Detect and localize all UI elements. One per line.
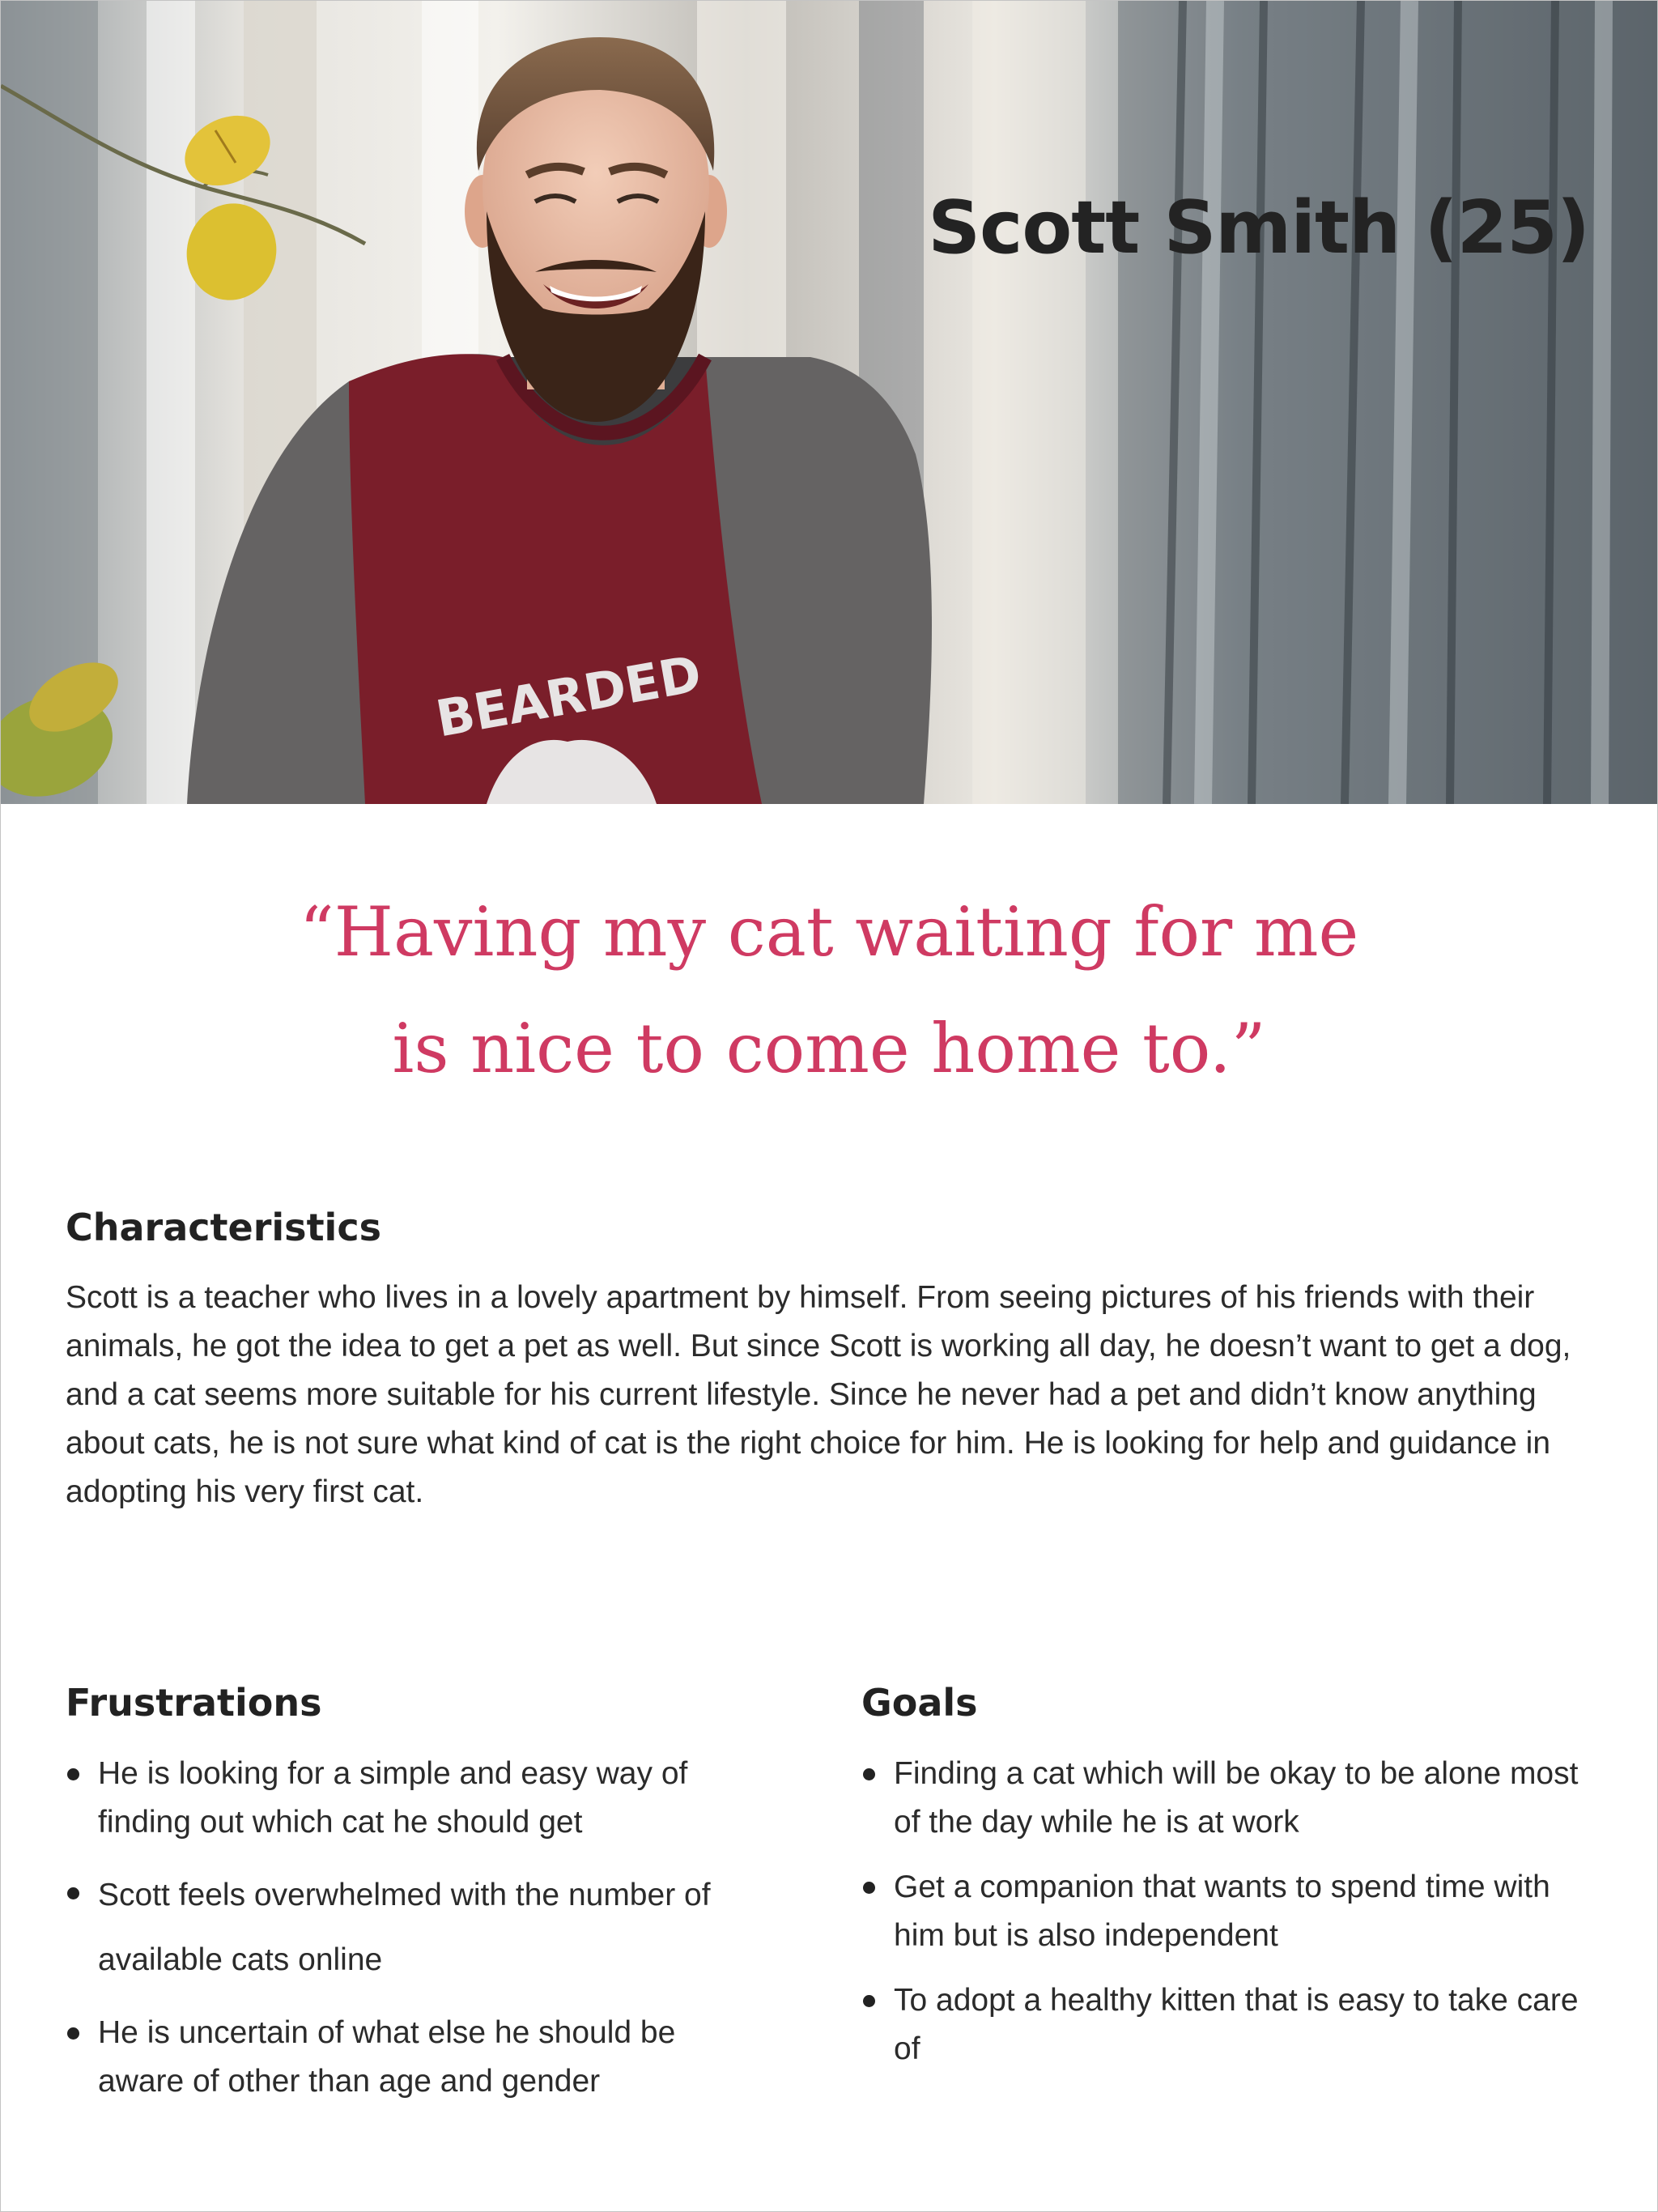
goals-list: Finding a cat which will be okay to be a… <box>861 1750 1606 2090</box>
frustrations-list: He is looking for a simple and easy way … <box>66 1750 762 2122</box>
persona-card: BEARDED Scott Smith (25) “Having my cat … <box>0 0 1658 2212</box>
characteristics-title: Characteristics <box>66 1206 381 1249</box>
characteristics-text: Scott is a teacher who lives in a lovely… <box>66 1280 1571 1509</box>
list-item: Get a companion that wants to spend time… <box>861 1863 1606 1960</box>
list-item: He is uncertain of what else he should b… <box>66 2009 762 2106</box>
persona-quote: “Having my cat waiting for me is nice to… <box>1 874 1657 1107</box>
bullet-dot <box>863 1882 875 1894</box>
bullet-dot <box>67 1768 79 1780</box>
list-item: To adopt a healthy kitten that is easy t… <box>861 1976 1606 2074</box>
list-item: Finding a cat which will be okay to be a… <box>861 1750 1606 1847</box>
persona-name: Scott Smith (25) <box>928 185 1590 270</box>
bullet-dot <box>863 1995 875 2007</box>
list-item: He is looking for a simple and easy way … <box>66 1750 762 1847</box>
goals-title: Goals <box>861 1681 978 1725</box>
hero-photo: BEARDED Scott Smith (25) <box>1 1 1657 804</box>
frustrations-title: Frustrations <box>66 1681 322 1725</box>
list-item: Scott feels overwhelmed with the number … <box>66 1863 762 1993</box>
bullet-dot <box>67 1887 79 1899</box>
quote-line-2: is nice to come home to.” <box>392 1009 1266 1088</box>
persona-photo-illustration: BEARDED <box>1 1 1657 804</box>
bullet-dot <box>863 1768 875 1780</box>
bullet-dot <box>67 2027 79 2040</box>
quote-line-1: “Having my cat waiting for me <box>299 892 1359 972</box>
